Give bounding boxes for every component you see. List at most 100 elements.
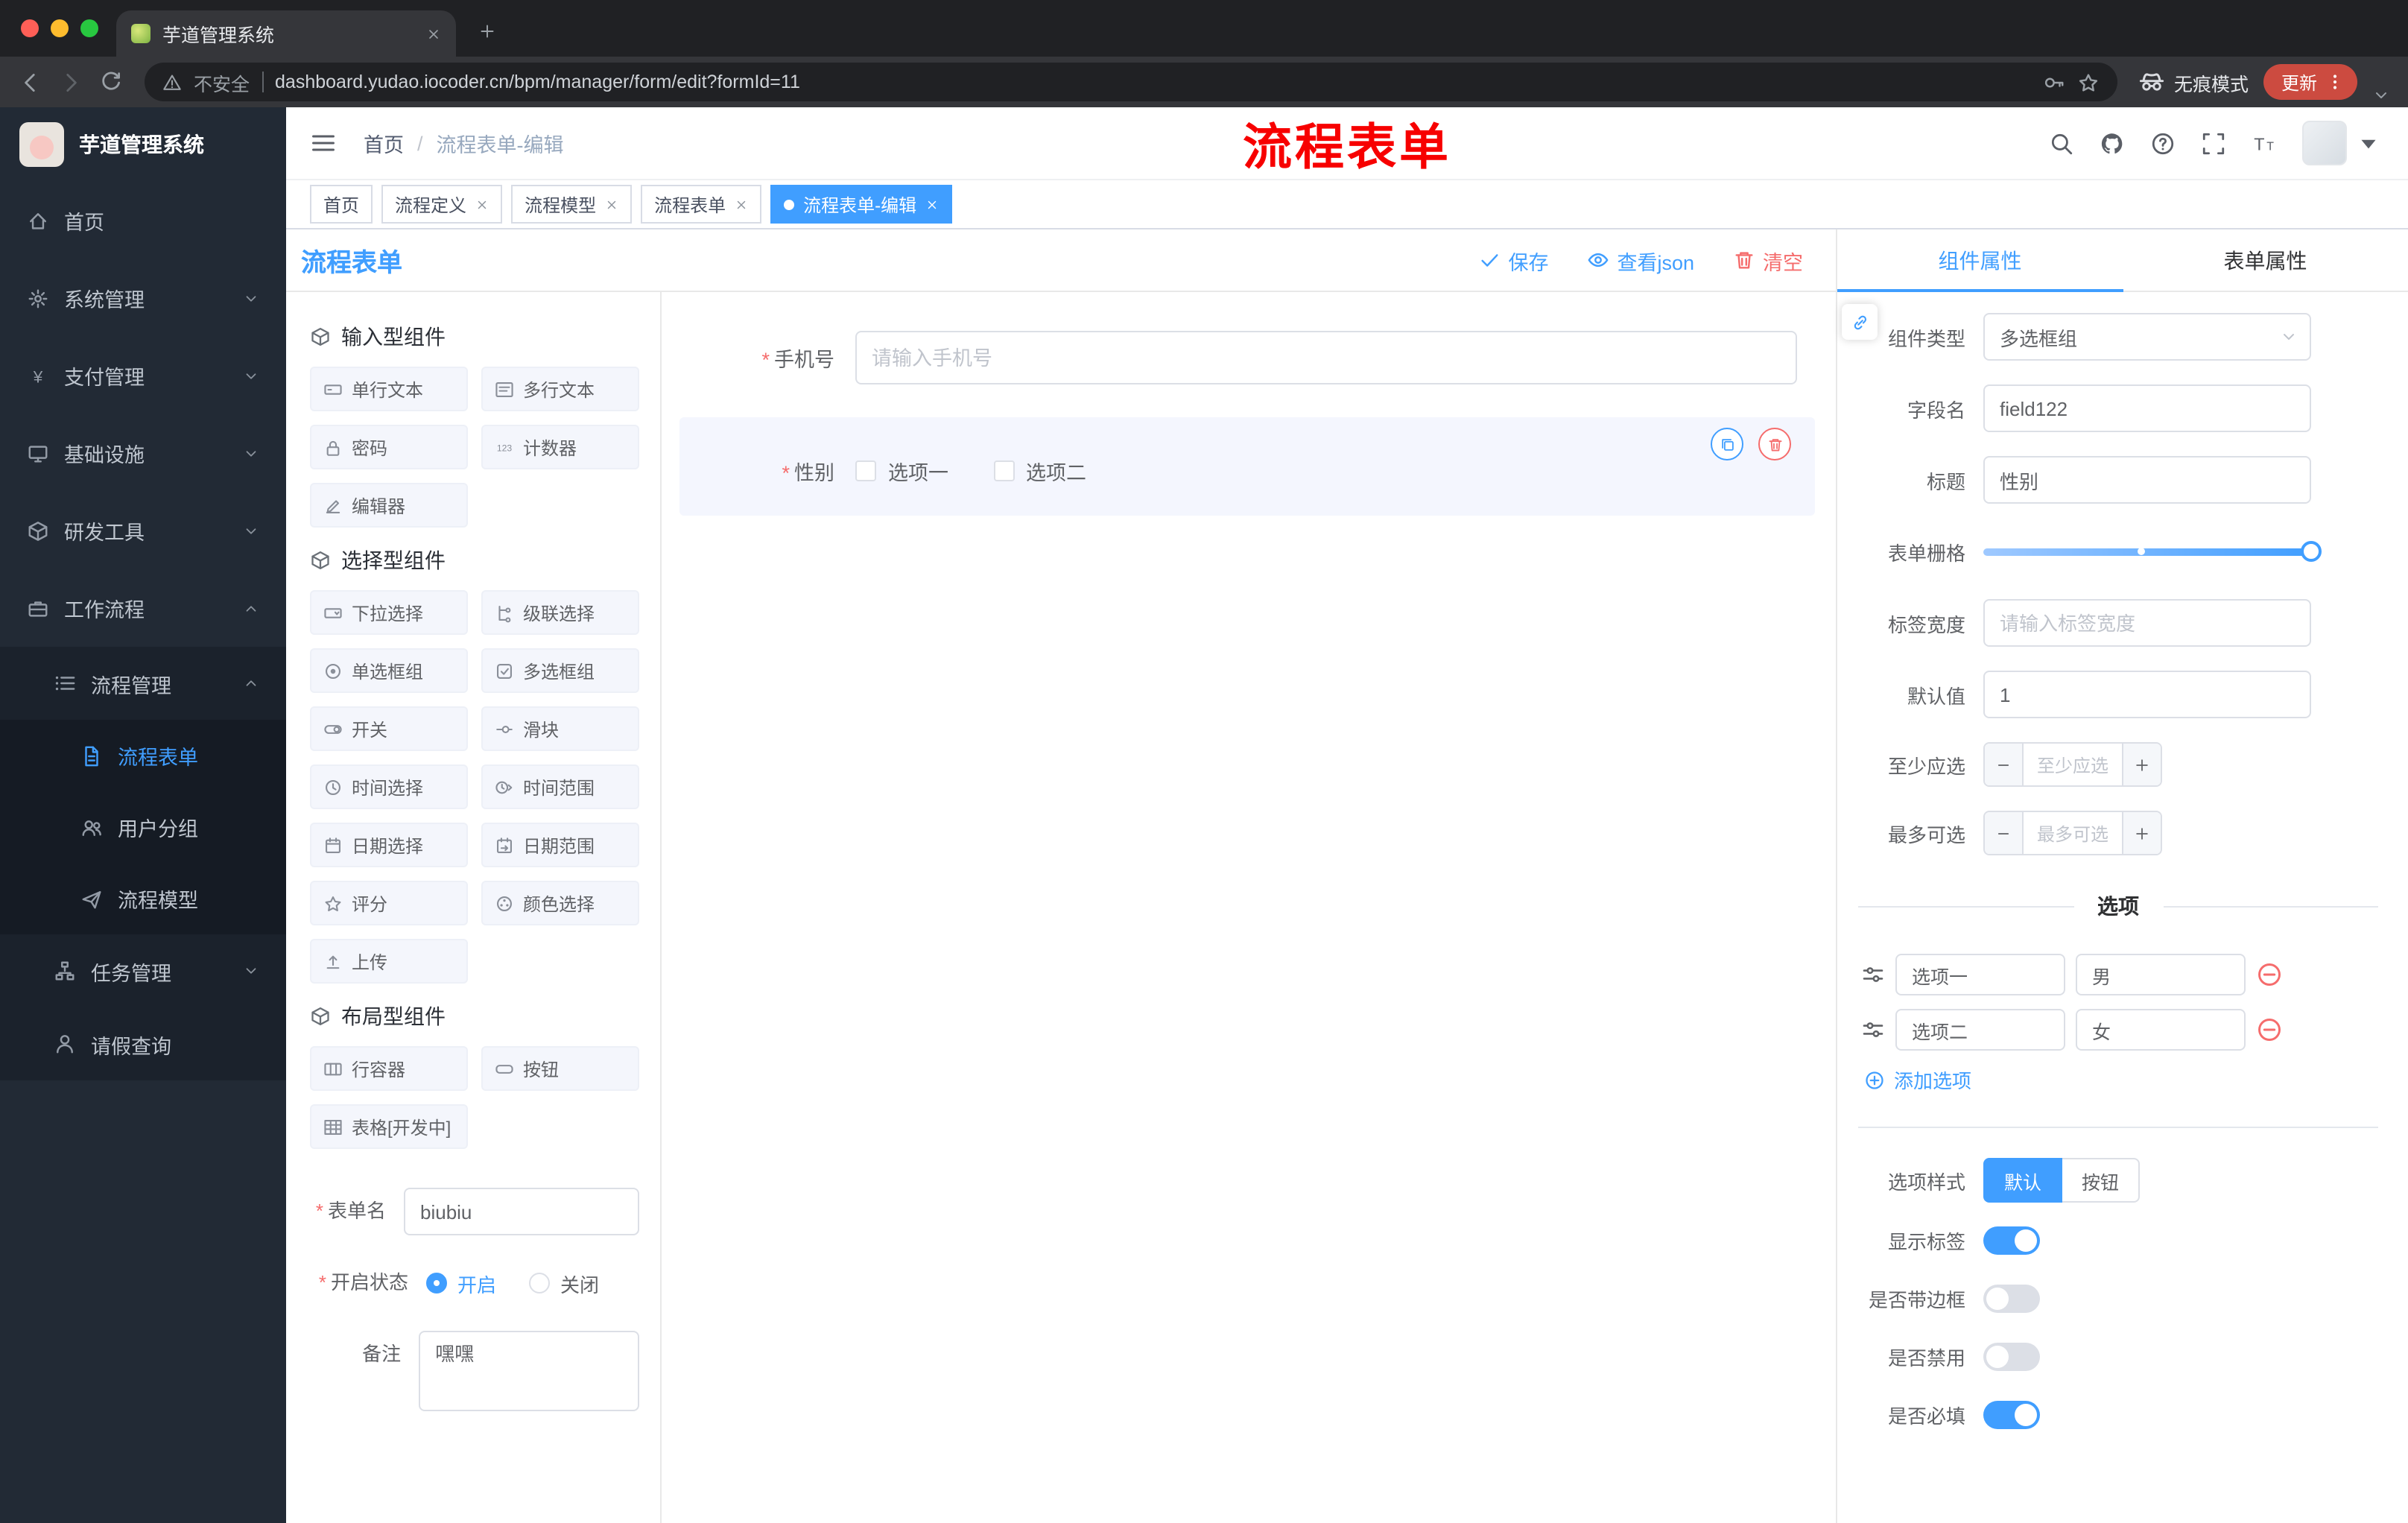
sidebar-item-user-group[interactable]: 用户分组: [0, 791, 286, 863]
palette-item[interactable]: 多选框组: [481, 648, 639, 693]
zoom-window-button[interactable]: [80, 19, 98, 37]
remove-option-icon[interactable]: [2256, 961, 2283, 988]
field-name-input[interactable]: [1983, 384, 2311, 432]
back-button[interactable]: [18, 69, 43, 95]
tab-form-props[interactable]: 表单属性: [2123, 229, 2408, 291]
palette-item[interactable]: 时间选择: [310, 764, 468, 809]
github-icon[interactable]: [2100, 130, 2125, 156]
reload-button[interactable]: [98, 69, 124, 95]
max-select-value[interactable]: 最多可选: [2024, 812, 2122, 854]
option-label-input[interactable]: [1895, 1009, 2065, 1051]
style-default-button[interactable]: 默认: [1983, 1158, 2063, 1203]
sidebar-item-workflow[interactable]: 工作流程: [0, 569, 286, 647]
drag-handle-icon[interactable]: [1861, 963, 1885, 987]
tab-close-icon[interactable]: [426, 26, 441, 41]
sidebar-item-process-form[interactable]: 流程表单: [0, 720, 286, 791]
new-tab-button[interactable]: [468, 12, 507, 51]
toolbar-chevron-icon[interactable]: [2372, 86, 2390, 104]
kebab-menu-icon[interactable]: [2326, 73, 2344, 91]
sidebar-item-infrastructure[interactable]: 基础设施: [0, 414, 286, 492]
status-on-radio[interactable]: 开启: [426, 1269, 496, 1297]
form-name-input[interactable]: [404, 1188, 639, 1235]
required-switch[interactable]: [1983, 1401, 2040, 1429]
tag-close-icon[interactable]: [735, 197, 748, 211]
sidebar-item-task-management[interactable]: 任务管理: [0, 934, 286, 1007]
palette-item[interactable]: 时间范围: [481, 764, 639, 809]
tag-process-definition[interactable]: 流程定义: [381, 185, 503, 224]
palette-item[interactable]: 编辑器: [310, 483, 468, 528]
palette-item[interactable]: 滑块: [481, 706, 639, 751]
search-icon[interactable]: [2049, 130, 2074, 156]
add-option-button[interactable]: 添加选项: [1864, 1066, 2378, 1094]
sidebar-item-home[interactable]: 首页: [0, 182, 286, 259]
style-button-button[interactable]: 按钮: [2062, 1158, 2141, 1203]
link-toggle-button[interactable]: [1842, 304, 1878, 340]
palette-item[interactable]: 开关: [310, 706, 468, 751]
password-key-icon[interactable]: [2043, 71, 2065, 93]
browser-update-button[interactable]: 更新: [2263, 64, 2357, 100]
close-window-button[interactable]: [21, 19, 39, 37]
palette-item[interactable]: 单行文本: [310, 367, 468, 411]
save-button[interactable]: 保存: [1478, 245, 1548, 275]
browser-tab[interactable]: 芋道管理系统: [116, 10, 456, 57]
tag-home[interactable]: 首页: [310, 185, 373, 224]
tag-close-icon[interactable]: [475, 197, 489, 211]
gender-checkbox-option1[interactable]: 选项一: [855, 456, 948, 486]
disabled-switch[interactable]: [1983, 1343, 2040, 1371]
address-bar[interactable]: 不安全 dashboard.yudao.iocoder.cn/bpm/manag…: [145, 63, 2117, 101]
breadcrumb-home[interactable]: 首页: [364, 128, 404, 158]
canvas-item-phone[interactable]: 手机号: [679, 322, 1815, 393]
form-canvas[interactable]: 手机号: [662, 292, 1836, 1523]
sidebar-item-process-model[interactable]: 流程模型: [0, 863, 286, 934]
tag-process-form-edit[interactable]: 流程表单-编辑: [770, 185, 953, 224]
tab-component-props[interactable]: 组件属性: [1837, 229, 2123, 292]
gender-checkbox-option2[interactable]: 选项二: [993, 456, 1086, 486]
tag-close-icon[interactable]: [925, 197, 939, 211]
label-width-input[interactable]: [1983, 599, 2311, 647]
palette-item[interactable]: 密码: [310, 425, 468, 469]
border-switch[interactable]: [1983, 1285, 2040, 1313]
copy-item-button[interactable]: [1711, 428, 1743, 460]
palette-item[interactable]: 计数器: [481, 425, 639, 469]
tag-process-form[interactable]: 流程表单: [641, 185, 762, 224]
app-logo[interactable]: 芋道管理系统: [0, 107, 286, 182]
grid-slider[interactable]: [1983, 528, 2322, 575]
palette-item[interactable]: 上传: [310, 939, 468, 984]
option-label-input[interactable]: [1895, 954, 2065, 995]
palette-item[interactable]: 按钮: [481, 1046, 639, 1091]
sidebar-item-system-management[interactable]: 系统管理: [0, 259, 286, 337]
bookmark-star-icon[interactable]: [2077, 71, 2100, 93]
hamburger-menu-icon[interactable]: [310, 130, 337, 156]
user-menu[interactable]: [2302, 121, 2381, 165]
phone-input[interactable]: [855, 331, 1797, 384]
view-json-button[interactable]: 查看json: [1587, 245, 1694, 275]
increase-button[interactable]: [2122, 812, 2161, 854]
increase-button[interactable]: [2122, 744, 2161, 785]
delete-item-button[interactable]: [1758, 428, 1791, 460]
fullscreen-icon[interactable]: [2201, 130, 2226, 156]
minimize-window-button[interactable]: [51, 19, 69, 37]
tag-close-icon[interactable]: [605, 197, 618, 211]
clear-button[interactable]: 清空: [1733, 245, 1803, 275]
forward-button[interactable]: [58, 69, 83, 95]
palette-item[interactable]: 单选框组: [310, 648, 468, 693]
sidebar-item-payment-management[interactable]: 支付管理: [0, 337, 286, 414]
palette-item[interactable]: 日期选择: [310, 823, 468, 867]
drag-handle-icon[interactable]: [1861, 1018, 1885, 1042]
sidebar-item-process-management[interactable]: 流程管理: [0, 647, 286, 720]
canvas-item-gender-selected[interactable]: 性别 选项一 选项二: [679, 417, 1815, 516]
show-label-switch[interactable]: [1983, 1226, 2040, 1255]
help-icon[interactable]: [2150, 130, 2176, 156]
remove-option-icon[interactable]: [2256, 1016, 2283, 1043]
sidebar-item-dev-tools[interactable]: 研发工具: [0, 492, 286, 569]
option-value-input[interactable]: [2076, 1009, 2246, 1051]
title-input[interactable]: [1983, 456, 2311, 504]
status-off-radio[interactable]: 关闭: [529, 1269, 599, 1297]
decrease-button[interactable]: [1985, 812, 2024, 854]
slider-handle[interactable]: [2301, 541, 2322, 562]
palette-item[interactable]: 日期范围: [481, 823, 639, 867]
tag-process-model[interactable]: 流程模型: [511, 185, 633, 224]
palette-item[interactable]: 评分: [310, 881, 468, 925]
form-remark-textarea[interactable]: 嘿嘿: [419, 1331, 639, 1411]
palette-item[interactable]: 颜色选择: [481, 881, 639, 925]
